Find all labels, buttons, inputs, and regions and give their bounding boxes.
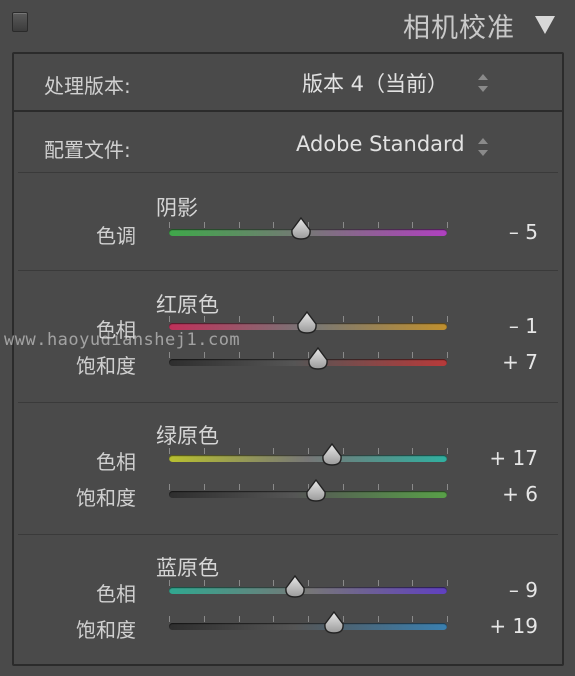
green-primary-saturation-slider-thumb[interactable] [305, 479, 327, 503]
tick-mark [273, 580, 275, 586]
tick-mark [342, 484, 344, 490]
tick-mark [273, 616, 275, 622]
tick-mark [203, 448, 205, 454]
red-primary-hue-label: 色相 [96, 318, 136, 342]
tick-mark [238, 222, 240, 228]
divider [18, 270, 558, 271]
tick-mark [377, 352, 379, 358]
green-primary-saturation-value[interactable]: + 6 [448, 482, 538, 506]
red-primary-hue-value[interactable]: – 1 [448, 314, 538, 338]
tick-mark [377, 222, 379, 228]
tick-mark [308, 616, 309, 622]
tick-mark [412, 580, 414, 586]
red-primary-hue-slider-thumb[interactable] [296, 311, 318, 335]
blue-primary-hue-value[interactable]: – 9 [448, 578, 538, 602]
tick-mark [238, 352, 240, 358]
tick-mark [412, 222, 414, 228]
tick-mark [238, 448, 240, 454]
divider [18, 402, 558, 403]
tick-mark [238, 580, 240, 586]
red-primary-saturation-value[interactable]: + 7 [448, 350, 538, 374]
tick-mark [169, 448, 170, 454]
tick-mark [203, 580, 205, 586]
shadows-tint-slider-thumb[interactable] [290, 217, 312, 241]
green-primary-hue-ticks [169, 448, 448, 454]
tick-mark [169, 222, 170, 228]
tick-mark [238, 616, 240, 622]
tick-mark [412, 316, 414, 322]
panel-header[interactable]: 相机校准 [0, 0, 575, 50]
blue-primary-saturation-slider-thumb[interactable] [323, 611, 345, 635]
blue-primary-hue-ticks [169, 580, 448, 586]
tick-mark [412, 616, 414, 622]
profile-label: 配置文件: [44, 138, 131, 162]
triangle-down-icon[interactable] [535, 16, 555, 34]
blue-primary-hue-slider-track[interactable] [169, 587, 447, 594]
tick-mark [308, 448, 309, 454]
green-primary-hue-slider-thumb[interactable] [321, 443, 343, 467]
tick-mark [377, 616, 379, 622]
tick-mark [342, 352, 344, 358]
divider [18, 534, 558, 535]
tick-mark [203, 222, 205, 228]
tick-mark [169, 580, 170, 586]
green-primary-hue-label: 色相 [96, 450, 136, 474]
blue-primary-saturation-ticks [169, 616, 448, 622]
tick-mark [169, 484, 170, 490]
tick-mark [342, 448, 344, 454]
tick-mark [273, 352, 275, 358]
tick-mark [273, 222, 275, 228]
process-version-label: 处理版本: [44, 74, 131, 98]
tick-mark [412, 484, 414, 490]
red-primary-group-title: 红原色 [156, 293, 219, 317]
profile-stepper-icon[interactable] [478, 138, 488, 156]
tick-mark [377, 484, 379, 490]
divider [18, 172, 558, 173]
tick-mark [342, 580, 344, 586]
blue-primary-saturation-label: 饱和度 [76, 618, 136, 642]
shadows-tint-label: 色调 [96, 224, 136, 248]
tick-mark [273, 484, 275, 490]
red-primary-saturation-label: 饱和度 [76, 354, 136, 378]
tick-mark [203, 616, 205, 622]
blue-primary-saturation-slider-track[interactable] [169, 623, 447, 630]
tick-mark [412, 448, 414, 454]
red-primary-saturation-slider-thumb[interactable] [307, 347, 329, 371]
shadows-tint-value[interactable]: – 5 [448, 220, 538, 244]
panel-toggle-switch[interactable] [12, 12, 28, 32]
blue-primary-hue-label: 色相 [96, 582, 136, 606]
tick-mark [308, 580, 309, 586]
green-primary-saturation-label: 饱和度 [76, 486, 136, 510]
shadows-group-title: 阴影 [156, 196, 198, 220]
tick-mark [238, 316, 240, 322]
tick-mark [169, 316, 170, 322]
process-version-row: 处理版本: 版本 4（当前） [14, 54, 562, 112]
tick-mark [203, 352, 205, 358]
tick-mark [377, 316, 379, 322]
green-primary-group-title: 绿原色 [156, 424, 219, 448]
profile-select[interactable]: Adobe Standard [296, 132, 465, 156]
process-version-stepper-icon[interactable] [478, 74, 488, 92]
process-version-select[interactable]: 版本 4（当前） [302, 68, 448, 98]
tick-mark [203, 316, 205, 322]
panel-title: 相机校准 [403, 13, 515, 44]
tick-mark [169, 616, 170, 622]
tick-mark [342, 222, 344, 228]
camera-calibration-panel: 处理版本: 版本 4（当前） 配置文件: Adobe Standard 阴影 色调… [12, 52, 564, 666]
tick-mark [412, 352, 414, 358]
tick-mark [238, 484, 240, 490]
tick-mark [377, 580, 379, 586]
green-primary-hue-value[interactable]: + 17 [448, 446, 538, 470]
blue-primary-hue-slider-thumb[interactable] [284, 575, 306, 599]
blue-primary-group-title: 蓝原色 [156, 556, 219, 580]
tick-mark [377, 448, 379, 454]
blue-primary-saturation-value[interactable]: + 19 [448, 614, 538, 638]
green-primary-hue-slider-track[interactable] [169, 455, 447, 462]
tick-mark [169, 352, 170, 358]
tick-mark [203, 484, 205, 490]
tick-mark [273, 316, 275, 322]
tick-mark [273, 448, 275, 454]
tick-mark [342, 316, 344, 322]
